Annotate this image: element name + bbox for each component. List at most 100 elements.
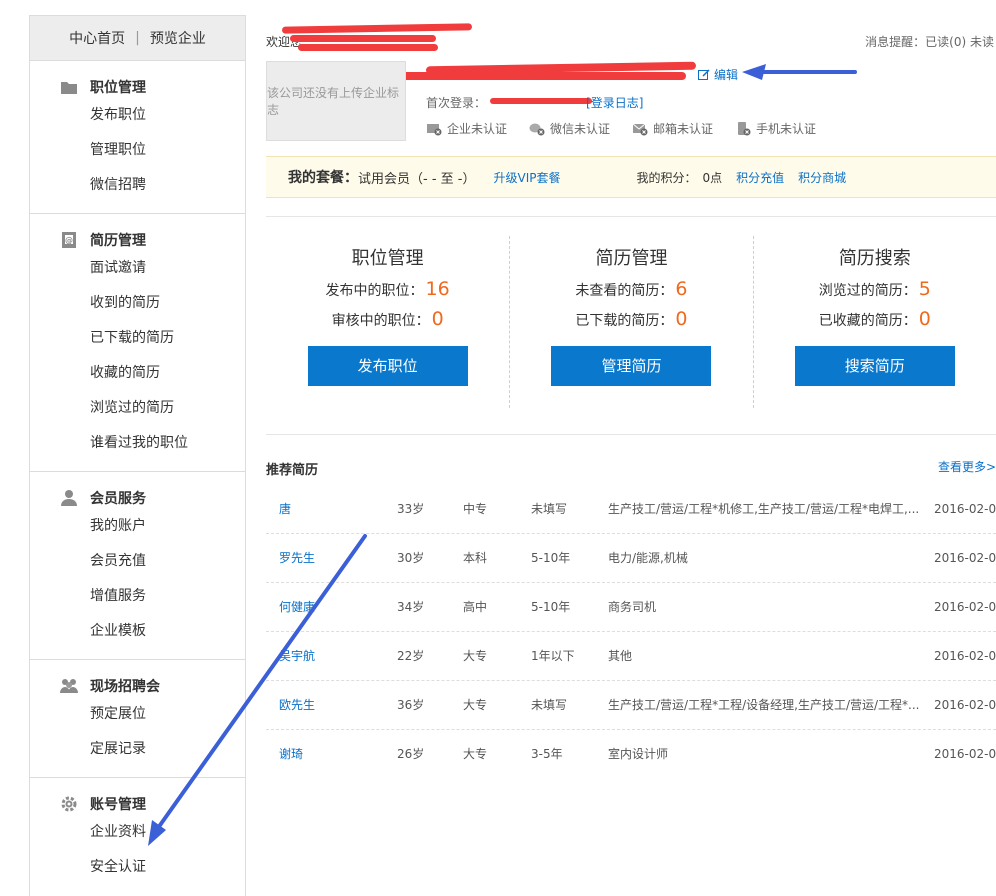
plan-value: 试用会员（- - 至 -） [358,171,476,187]
plan-bar: 我的套餐： 试用会员（- - 至 -） 升级VIP套餐 我的积分： 0点 积分充… [266,156,996,198]
sidebar-item-interview-invites[interactable]: 面试邀请 [30,251,245,286]
stat-title: 简历搜索 [838,248,911,269]
resume-date: 2016-02-02 [934,600,996,614]
company-cert-icon [427,123,442,135]
resume-row[interactable]: 唐 33岁 中专 未填写 生产技工/营运/工程*机修工,生产技工/营运/工程*电… [266,485,996,534]
edit-link[interactable]: 编辑 [698,66,738,83]
resume-age: 33岁 [397,502,425,516]
home-link[interactable]: 中心首页 [69,28,125,48]
resume-education: 高中 [463,600,488,614]
resume-job-intent: 电力/能源,机械 [608,551,688,565]
stat-label: 浏览过的简历： [818,283,917,299]
resume-experience: 5-10年 [531,551,571,565]
resume-education: 大专 [463,698,488,712]
post-job-button[interactable]: 发布职位 [307,346,468,386]
sidebar-section-resumes: @ 简历管理 面试邀请 收到的简历 已下载的简历 收藏的简历 浏览过的简历 谁看… [30,214,245,472]
resume-row[interactable]: 吴宇航 22岁 大专 1年以下 其他 2016-02-01 [266,632,996,681]
points-mall-link[interactable]: 积分商城 [798,169,846,186]
phone-auth-status[interactable]: 手机未认证 [735,120,816,137]
message-notice[interactable]: 消息提醒：已读(0) 未读 [865,33,994,50]
resume-job-intent: 商务司机 [608,600,657,614]
stat-label: 审核中的职位： [331,313,430,329]
stat-title: 职位管理 [351,248,424,269]
stat-number[interactable]: 0 [432,308,444,330]
resume-name-link[interactable]: 罗先生 [279,534,315,583]
points-recharge-link[interactable]: 积分充值 [736,169,784,186]
group-icon [60,679,78,693]
resume-name-link[interactable]: 何健康 [279,583,315,632]
section-heading: @ 简历管理 [30,229,245,251]
gear-icon [61,796,77,812]
resume-date: 2016-02-01 [934,698,996,712]
stat-row: 浏览过的简历： 5 [754,278,996,300]
resume-experience: 未填写 [531,698,568,712]
resume-row[interactable]: 何健康 34岁 高中 5-10年 商务司机 2016-02-02 [266,583,996,632]
stat-number[interactable]: 0 [675,308,687,330]
sidebar-item-company-profile[interactable]: 企业资料 [30,815,245,850]
wechat-auth-status[interactable]: 微信未认证 [529,120,610,137]
view-more-link[interactable]: 查看更多> [938,458,996,475]
company-logo-placeholder[interactable]: 该公司还没有上传企业标志 [266,61,406,141]
sidebar-section-jobs: 职位管理 发布职位 管理职位 微信招聘 [30,61,245,214]
stat-number[interactable]: 16 [426,278,450,300]
resume-row[interactable]: 欧先生 36岁 大专 未填写 生产技工/营运/工程*工程/设备经理,生产技工/营… [266,681,996,730]
resume-education: 大专 [463,747,488,761]
sidebar-top-links: 中心首页 | 预览企业 [30,16,245,61]
stat-title: 简历管理 [595,248,668,269]
main-content: 欢迎您 消息提醒：已读(0) 未读 该公司还没有上传企业标志 编辑 首次登录：[… [246,15,996,896]
resume-experience: 1年以下 [531,649,575,663]
resume-date: 2016-02-01 [934,747,996,761]
stat-number[interactable]: 5 [919,278,931,300]
auth-label: 邮箱未认证 [653,122,714,136]
edit-icon [698,68,710,80]
plan-label: 我的套餐： [288,170,358,186]
manage-resumes-button[interactable]: 管理简历 [551,346,712,386]
sidebar-section-membership: 会员服务 我的账户 会员充值 增值服务 企业模板 [30,472,245,660]
resume-date: 2016-02-02 [934,551,996,565]
stat-resume-management: 简历管理 未查看的简历： 6 已下载的简历： 0 管理简历 [509,236,752,408]
sidebar-item-favorite-resumes[interactable]: 收藏的简历 [30,356,245,391]
last-login-label: 首次登录： [426,96,487,110]
sidebar-item-book-booth[interactable]: 预定展位 [30,697,245,732]
divider [266,216,996,217]
resume-experience: 5-10年 [531,600,571,614]
redaction-mark [386,72,686,80]
section-heading: 现场招聘会 [30,675,245,697]
section-heading: 会员服务 [30,487,245,509]
sidebar-item-templates[interactable]: 企业模板 [30,614,245,649]
sidebar-item-security-auth[interactable]: 安全认证 [30,850,245,885]
resume-name-link[interactable]: 欧先生 [279,681,315,730]
sidebar-item-recharge[interactable]: 会员充值 [30,544,245,579]
last-login: 首次登录： [登录日志] [426,94,643,111]
company-auth-status[interactable]: 企业未认证 [426,120,507,137]
sidebar-item-manage-jobs[interactable]: 管理职位 [30,133,245,168]
recommended-resume-list: 唐 33岁 中专 未填写 生产技工/营运/工程*机修工,生产技工/营运/工程*电… [266,485,996,779]
sidebar-item-wechat-recruit[interactable]: 微信招聘 [30,168,245,203]
stat-row: 审核中的职位： 0 [266,308,509,330]
login-log-link[interactable]: [登录日志] [586,96,643,110]
sidebar-item-downloaded-resumes[interactable]: 已下载的简历 [30,321,245,356]
sidebar-section-job-fair: 现场招聘会 预定展位 定展记录 [30,660,245,778]
sidebar-item-post-job[interactable]: 发布职位 [30,98,245,133]
resume-name-link[interactable]: 谢琦 [279,730,303,779]
stat-number[interactable]: 6 [675,278,687,300]
resume-row[interactable]: 罗先生 30岁 本科 5-10年 电力/能源,机械 2016-02-02 [266,534,996,583]
sidebar-item-value-added[interactable]: 增值服务 [30,579,245,614]
resume-education: 本科 [463,551,488,565]
resume-row[interactable]: 谢琦 26岁 大专 3-5年 室内设计师 2016-02-01 [266,730,996,779]
email-auth-status[interactable]: 邮箱未认证 [632,120,713,137]
sidebar: 中心首页 | 预览企业 职位管理 发布职位 管理职位 微信招聘 @ 简历管理 面… [29,15,246,896]
resume-job-intent: 生产技工/营运/工程*工程/设备经理,生产技工/营运/工程*... [608,698,920,712]
upgrade-vip-link[interactable]: 升级VIP套餐 [493,169,560,186]
sidebar-item-who-viewed-jobs[interactable]: 谁看过我的职位 [30,426,245,461]
stat-number[interactable]: 0 [919,308,931,330]
points-label: 我的积分： [636,170,697,185]
preview-company-link[interactable]: 预览企业 [150,28,206,48]
search-resumes-button[interactable]: 搜索简历 [794,346,955,386]
resume-name-link[interactable]: 唐 [279,485,291,534]
sidebar-item-my-account[interactable]: 我的账户 [30,509,245,544]
sidebar-item-received-resumes[interactable]: 收到的简历 [30,286,245,321]
sidebar-item-booking-records[interactable]: 定展记录 [30,732,245,767]
resume-name-link[interactable]: 吴宇航 [279,632,315,681]
sidebar-item-viewed-resumes[interactable]: 浏览过的简历 [30,391,245,426]
